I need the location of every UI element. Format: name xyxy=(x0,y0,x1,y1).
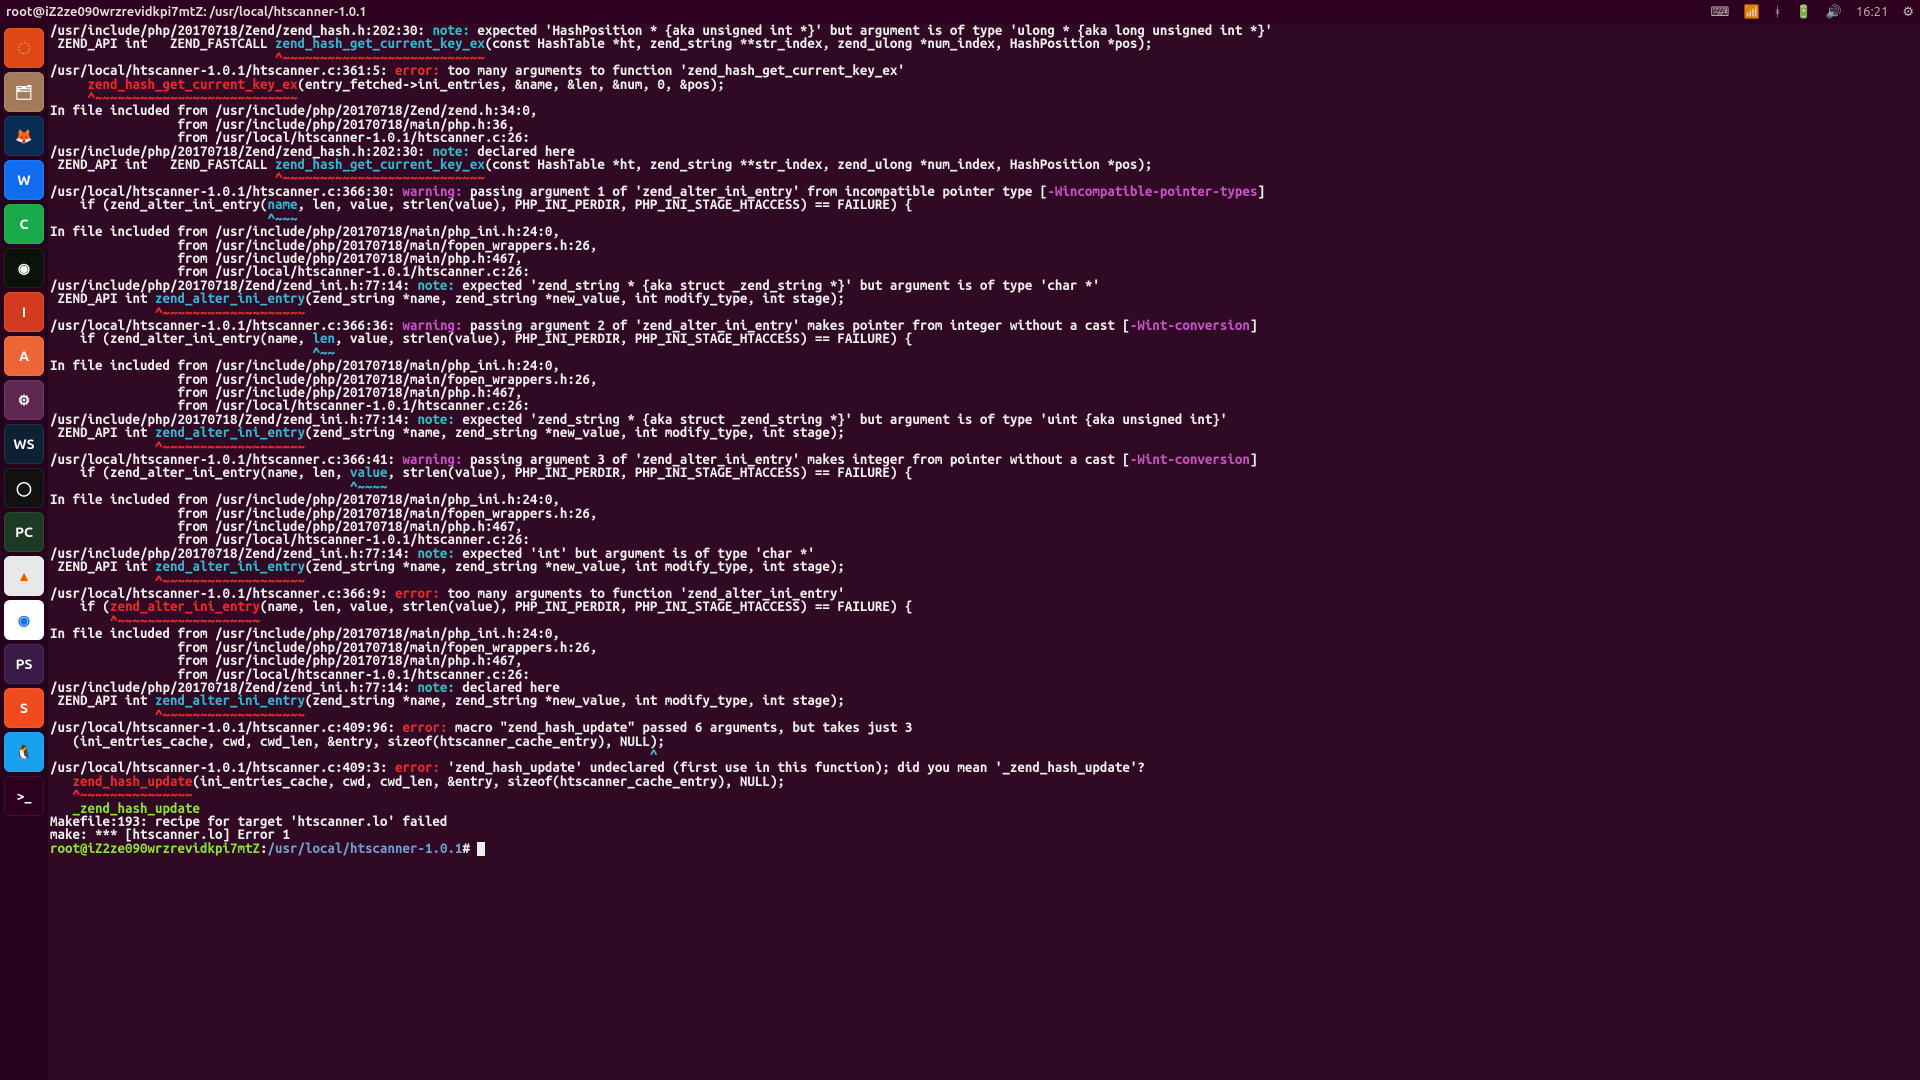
volume-icon[interactable]: 🔊 xyxy=(1826,5,1842,20)
keyboard-icon[interactable]: ⌨ xyxy=(1711,5,1730,20)
launcher-settings[interactable]: ⚙ xyxy=(4,380,44,420)
terminal-line: zend_hash_get_current_key_ex(entry_fetch… xyxy=(50,78,1918,91)
terminal-line: if (zend_alter_ini_entry(name, len, valu… xyxy=(50,332,1918,345)
terminal-line: /usr/include/php/20170718/Zend/zend_ini.… xyxy=(50,413,1918,426)
terminal-line: ZEND_API int zend_alter_ini_entry(zend_s… xyxy=(50,694,1918,707)
terminal-line: ^~~~~~~~~~~~~~~~~~~~ xyxy=(50,306,1918,319)
terminal-line: ^~~~~~~~~~~~~~~~~~~~~~~~~~~~ xyxy=(50,91,1918,104)
terminal-line: ^~~~~~~~~~~~~~~~~~~~~~~~~~~~ xyxy=(50,51,1918,64)
launcher-sogou[interactable]: S xyxy=(4,688,44,728)
terminal-line: /usr/local/htscanner-1.0.1/htscanner.c:3… xyxy=(50,587,1918,600)
terminal-line: ^~~~~~~~~~~~~~~~~~~~ xyxy=(50,574,1918,587)
terminal-line: from /usr/local/htscanner-1.0.1/htscanne… xyxy=(50,668,1918,681)
terminal-line: In file included from /usr/include/php/2… xyxy=(50,104,1918,117)
launcher-obs[interactable]: ◯ xyxy=(4,468,44,508)
terminal-line: /usr/local/htscanner-1.0.1/htscanner.c:3… xyxy=(50,185,1918,198)
terminal-line: ZEND_API int ZEND_FASTCALL zend_hash_get… xyxy=(50,37,1918,50)
top-menubar: root@iZ2ze090wrzrevidkpi7mtZ: /usr/local… xyxy=(0,0,1920,24)
battery-icon[interactable]: 🔋 xyxy=(1795,5,1811,20)
launcher-terminal[interactable]: >_ xyxy=(4,776,44,816)
terminal[interactable]: /usr/include/php/20170718/Zend/zend_hash… xyxy=(48,24,1920,1080)
terminal-line: from /usr/include/php/20170718/main/fope… xyxy=(50,507,1918,520)
launcher-pycharm[interactable]: PC xyxy=(4,512,44,552)
terminal-line: from /usr/include/php/20170718/main/fope… xyxy=(50,641,1918,654)
launcher-nvidia[interactable]: ◉ xyxy=(4,248,44,288)
terminal-line: ^~~ xyxy=(50,346,1918,359)
bluetooth-icon[interactable]: ᚼ xyxy=(1774,5,1782,19)
launcher-vlc[interactable]: ▲ xyxy=(4,556,44,596)
terminal-line: /usr/local/htscanner-1.0.1/htscanner.c:3… xyxy=(50,319,1918,332)
terminal-line: from /usr/include/php/20170718/main/php.… xyxy=(50,118,1918,131)
terminal-line: from /usr/local/htscanner-1.0.1/htscanne… xyxy=(50,265,1918,278)
terminal-line: /usr/include/php/20170718/Zend/zend_ini.… xyxy=(50,681,1918,694)
launcher-dash[interactable]: ◌ xyxy=(4,28,44,68)
launcher-software[interactable]: A xyxy=(4,336,44,376)
launcher-calc[interactable]: C xyxy=(4,204,44,244)
terminal-line: ^~~~~~~~~~~~~~~~~~~~ xyxy=(50,440,1918,453)
terminal-line: Makefile:193: recipe for target 'htscann… xyxy=(50,815,1918,828)
terminal-line: ZEND_API int ZEND_FASTCALL zend_hash_get… xyxy=(50,158,1918,171)
launcher-impress[interactable]: I xyxy=(4,292,44,332)
launcher: ◌🗂🦊WC◉IA⚙WS◯PC▲◉PSS🐧>_ xyxy=(0,24,48,1080)
window-title: root@iZ2ze090wrzrevidkpi7mtZ: /usr/local… xyxy=(6,5,367,19)
terminal-line: make: *** [htscanner.lo] Error 1 xyxy=(50,828,1918,841)
terminal-line: ^ xyxy=(50,748,1918,761)
terminal-line: from /usr/local/htscanner-1.0.1/htscanne… xyxy=(50,131,1918,144)
terminal-line: /usr/include/php/20170718/Zend/zend_ini.… xyxy=(50,279,1918,292)
terminal-line: from /usr/include/php/20170718/main/php.… xyxy=(50,654,1918,667)
indicator-area: ⌨ 📶 ᚼ 🔋 🔊 16:21 ⚙ xyxy=(1711,5,1914,20)
terminal-line: In file included from /usr/include/php/2… xyxy=(50,225,1918,238)
terminal-line: /usr/include/php/20170718/Zend/zend_hash… xyxy=(50,145,1918,158)
terminal-line: ZEND_API int zend_alter_ini_entry(zend_s… xyxy=(50,426,1918,439)
terminal-line: from /usr/include/php/20170718/main/php.… xyxy=(50,386,1918,399)
terminal-line: /usr/include/php/20170718/Zend/zend_hash… xyxy=(50,24,1918,37)
terminal-line: /usr/local/htscanner-1.0.1/htscanner.c:4… xyxy=(50,721,1918,734)
terminal-line: from /usr/include/php/20170718/main/php.… xyxy=(50,520,1918,533)
terminal-line: ZEND_API int zend_alter_ini_entry(zend_s… xyxy=(50,292,1918,305)
terminal-line: from /usr/include/php/20170718/main/php.… xyxy=(50,252,1918,265)
terminal-line: if (zend_alter_ini_entry(name, len, valu… xyxy=(50,198,1918,211)
terminal-line: if (zend_alter_ini_entry(name, len, valu… xyxy=(50,600,1918,613)
terminal-line: ^~~~~~~~~~~~~~~~~~~~ xyxy=(50,614,1918,627)
terminal-line: ^~~~~~~~~~~~~~~~~~~~~~~~~~~~ xyxy=(50,171,1918,184)
terminal-line: In file included from /usr/include/php/2… xyxy=(50,627,1918,640)
launcher-files[interactable]: 🗂 xyxy=(4,72,44,112)
terminal-line: ^~~~~ xyxy=(50,480,1918,493)
terminal-line: zend_hash_update(ini_entries_cache, cwd,… xyxy=(50,775,1918,788)
wifi-icon[interactable]: 📶 xyxy=(1743,5,1759,20)
terminal-line: ZEND_API int zend_alter_ini_entry(zend_s… xyxy=(50,560,1918,573)
terminal-line: In file included from /usr/include/php/2… xyxy=(50,359,1918,372)
gear-icon[interactable]: ⚙ xyxy=(1902,5,1914,20)
terminal-line: from /usr/local/htscanner-1.0.1/htscanne… xyxy=(50,399,1918,412)
terminal-line: In file included from /usr/include/php/2… xyxy=(50,493,1918,506)
terminal-line: ^~~~~~~~~~~~~~~~~~~~ xyxy=(50,708,1918,721)
terminal-line: from /usr/include/php/20170718/main/fope… xyxy=(50,373,1918,386)
terminal-line: _zend_hash_update xyxy=(50,802,1918,815)
terminal-line: ^~~~ xyxy=(50,212,1918,225)
launcher-phpstorm[interactable]: PS xyxy=(4,644,44,684)
launcher-writer[interactable]: W xyxy=(4,160,44,200)
launcher-firefox[interactable]: 🦊 xyxy=(4,116,44,156)
terminal-line: (ini_entries_cache, cwd, cwd_len, &entry… xyxy=(50,735,1918,748)
terminal-line: root@iZ2ze090wrzrevidkpi7mtZ:/usr/local/… xyxy=(50,842,1918,856)
terminal-line: /usr/local/htscanner-1.0.1/htscanner.c:3… xyxy=(50,64,1918,77)
launcher-chrome[interactable]: ◉ xyxy=(4,600,44,640)
terminal-line: /usr/local/htscanner-1.0.1/htscanner.c:3… xyxy=(50,453,1918,466)
terminal-line: /usr/local/htscanner-1.0.1/htscanner.c:4… xyxy=(50,761,1918,774)
terminal-line: if (zend_alter_ini_entry(name, len, valu… xyxy=(50,466,1918,479)
clock[interactable]: 16:21 xyxy=(1856,5,1889,19)
terminal-line: from /usr/include/php/20170718/main/fope… xyxy=(50,239,1918,252)
cursor xyxy=(477,842,485,856)
terminal-line: from /usr/local/htscanner-1.0.1/htscanne… xyxy=(50,533,1918,546)
launcher-qq[interactable]: 🐧 xyxy=(4,732,44,772)
launcher-webstorm[interactable]: WS xyxy=(4,424,44,464)
terminal-line: ^~~~~~~~~~~~~~~~ xyxy=(50,788,1918,801)
terminal-line: /usr/include/php/20170718/Zend/zend_ini.… xyxy=(50,547,1918,560)
